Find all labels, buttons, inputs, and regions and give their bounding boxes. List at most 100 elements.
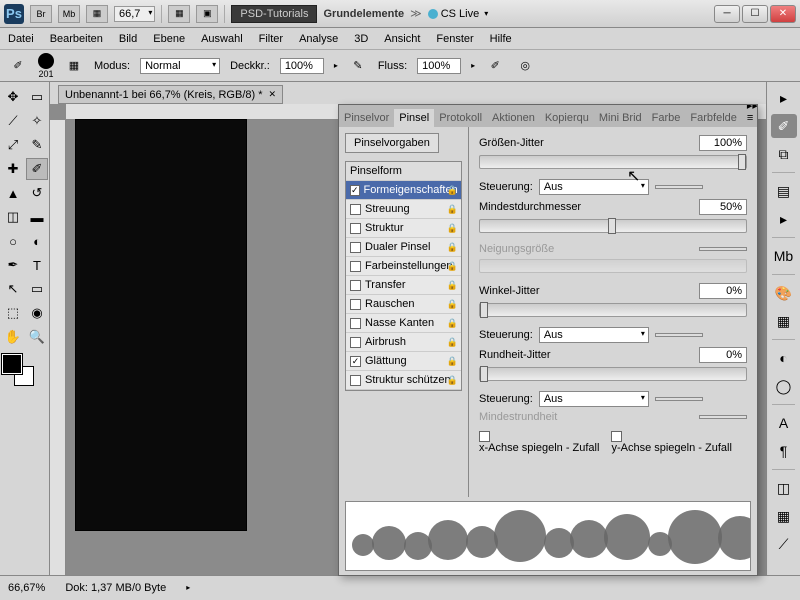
lock-icon[interactable]: 🔒	[447, 223, 458, 234]
channels-icon[interactable]: ▦	[771, 504, 797, 528]
clone-source-icon[interactable]: ⧉	[771, 142, 797, 166]
crop-tool[interactable]: ⤢	[2, 134, 24, 156]
menu-bearbeiten[interactable]: Bearbeiten	[50, 33, 103, 45]
menu-analyse[interactable]: Analyse	[299, 33, 338, 45]
bridge-button[interactable]: Br	[30, 5, 52, 23]
lasso-tool[interactable]: ⟋	[2, 110, 24, 132]
minimize-button[interactable]: ─	[714, 5, 740, 23]
history-brush-tool[interactable]: ↺	[26, 182, 48, 204]
size-jitter-slider[interactable]	[479, 155, 747, 169]
minibridge-icon[interactable]: Mb	[771, 244, 797, 268]
flow-flyout-icon[interactable]: ▸	[471, 61, 475, 70]
panel-tab-kopierqu[interactable]: Kopierqu	[540, 109, 594, 127]
brush-setting-struktur-schützen[interactable]: Struktur schützen🔒	[346, 371, 461, 390]
close-tab-icon[interactable]: ✕	[269, 89, 277, 100]
min-diameter-slider[interactable]	[479, 219, 747, 233]
history-icon[interactable]: ▤	[771, 179, 797, 203]
checkbox[interactable]	[350, 375, 361, 386]
arrange-button[interactable]: ▣	[196, 5, 218, 23]
angle-jitter-input[interactable]: 0%	[699, 283, 747, 299]
opacity-flyout-icon[interactable]: ▸	[334, 61, 338, 70]
camera-tool[interactable]: ◉	[26, 302, 48, 324]
brush-setting-glättung[interactable]: ✓Glättung🔒	[346, 352, 461, 371]
checkbox[interactable]	[350, 223, 361, 234]
roundness-control-select[interactable]: Aus	[539, 391, 649, 407]
flip-y-checkbox[interactable]: y-Achse spiegeln - Zufall	[611, 431, 731, 454]
checkbox[interactable]	[350, 261, 361, 272]
checkbox[interactable]	[350, 204, 361, 215]
checkbox[interactable]	[350, 337, 361, 348]
fg-color[interactable]	[2, 354, 22, 374]
marquee-tool[interactable]: ▭	[26, 86, 48, 108]
swatches-icon[interactable]: ▦	[771, 309, 797, 333]
brush-preview[interactable]: 201	[38, 53, 54, 79]
lock-icon[interactable]: 🔒	[447, 280, 458, 291]
angle-control-select[interactable]: Aus	[539, 327, 649, 343]
brush-setting-transfer[interactable]: Transfer🔒	[346, 276, 461, 295]
eraser-tool[interactable]: ◫	[2, 206, 24, 228]
brush-setting-formeigenschaften[interactable]: ✓Formeigenschaften🔒	[346, 181, 461, 200]
min-diameter-input[interactable]: 50%	[699, 199, 747, 215]
menu-ansicht[interactable]: Ansicht	[384, 33, 420, 45]
lock-icon[interactable]: 🔒	[447, 261, 458, 272]
close-button[interactable]: ✕	[770, 5, 796, 23]
panel-tab-pinsel[interactable]: Pinsel	[394, 109, 434, 127]
menu-ebene[interactable]: Ebene	[153, 33, 185, 45]
brush-tool[interactable]: ✐	[26, 158, 48, 180]
status-zoom[interactable]: 66,67%	[8, 582, 45, 594]
zoom-tool[interactable]: 🔍	[26, 326, 48, 348]
brush-presets-icon[interactable]: ✐	[771, 114, 797, 138]
opacity-input[interactable]: 100%	[280, 58, 324, 74]
color-icon[interactable]: 🎨	[771, 281, 797, 305]
panel-tab-protokoll[interactable]: Protokoll	[434, 109, 487, 127]
checkbox[interactable]	[350, 299, 361, 310]
layout-button[interactable]: ▦	[86, 5, 108, 23]
paragraph-icon[interactable]: ¶	[771, 439, 797, 463]
extras-button[interactable]: ▦	[168, 5, 190, 23]
checkbox[interactable]: ✓	[350, 185, 360, 196]
move-tool[interactable]: ✥	[2, 86, 24, 108]
layers-icon[interactable]: ◫	[771, 476, 797, 500]
panel-tab-pinselvor[interactable]: Pinselvor	[339, 109, 394, 127]
size-jitter-input[interactable]: 100%	[699, 135, 747, 151]
minibridge-button[interactable]: Mb	[58, 5, 80, 23]
menu-datei[interactable]: Datei	[8, 33, 34, 45]
checkbox[interactable]	[350, 280, 361, 291]
document-tab[interactable]: Unbenannt-1 bei 66,7% (Kreis, RGB/8) * ✕	[58, 85, 283, 104]
workspace-label[interactable]: Grundelemente	[323, 8, 404, 20]
lock-icon[interactable]: 🔒	[447, 299, 458, 310]
3d-tool[interactable]: ⬚	[2, 302, 24, 324]
gradient-tool[interactable]: ▬	[26, 206, 48, 228]
brush-setting-farbeinstellungen[interactable]: Farbeinstellungen🔒	[346, 257, 461, 276]
brush-tool-icon[interactable]: ✐	[8, 56, 28, 76]
maximize-button[interactable]: ☐	[742, 5, 768, 23]
eyedropper-tool[interactable]: ✎	[26, 134, 48, 156]
brush-setting-airbrush[interactable]: Airbrush🔒	[346, 333, 461, 352]
brush-setting-streuung[interactable]: Streuung🔒	[346, 200, 461, 219]
dodge-tool[interactable]: ◐	[26, 230, 48, 252]
roundness-jitter-slider[interactable]	[479, 367, 747, 381]
menu-auswahl[interactable]: Auswahl	[201, 33, 243, 45]
pen-tool[interactable]: ✒	[2, 254, 24, 276]
wand-tool[interactable]: ✧	[26, 110, 48, 132]
stamp-tool[interactable]: ▲	[2, 182, 24, 204]
expand-dock-icon[interactable]: ▸	[771, 86, 797, 110]
panel-menu-icon[interactable]: ▸▸ ≡	[742, 105, 757, 127]
flip-x-checkbox[interactable]: x-Achse spiegeln - Zufall	[479, 431, 599, 454]
lock-icon[interactable]: 🔒	[447, 356, 458, 367]
status-doc-size[interactable]: Dok: 1,37 MB/0 Byte	[65, 582, 166, 594]
roundness-jitter-input[interactable]: 0%	[699, 347, 747, 363]
actions-icon[interactable]: ▸	[771, 207, 797, 231]
size-control-select[interactable]: Aus	[539, 179, 649, 195]
zoom-select[interactable]: 66,7	[114, 6, 155, 22]
document-canvas[interactable]	[76, 120, 246, 530]
panel-tab-farbe[interactable]: Farbe	[647, 109, 686, 127]
checkbox[interactable]	[350, 242, 361, 253]
lock-icon[interactable]: 🔒	[447, 318, 458, 329]
checkbox[interactable]: ✓	[350, 356, 361, 367]
menu-3d[interactable]: 3D	[354, 33, 368, 45]
brush-presets-button[interactable]: Pinselvorgaben	[345, 133, 439, 153]
brush-tip-shape[interactable]: Pinselform	[346, 162, 461, 181]
menu-fenster[interactable]: Fenster	[436, 33, 473, 45]
panel-tab-aktionen[interactable]: Aktionen	[487, 109, 540, 127]
